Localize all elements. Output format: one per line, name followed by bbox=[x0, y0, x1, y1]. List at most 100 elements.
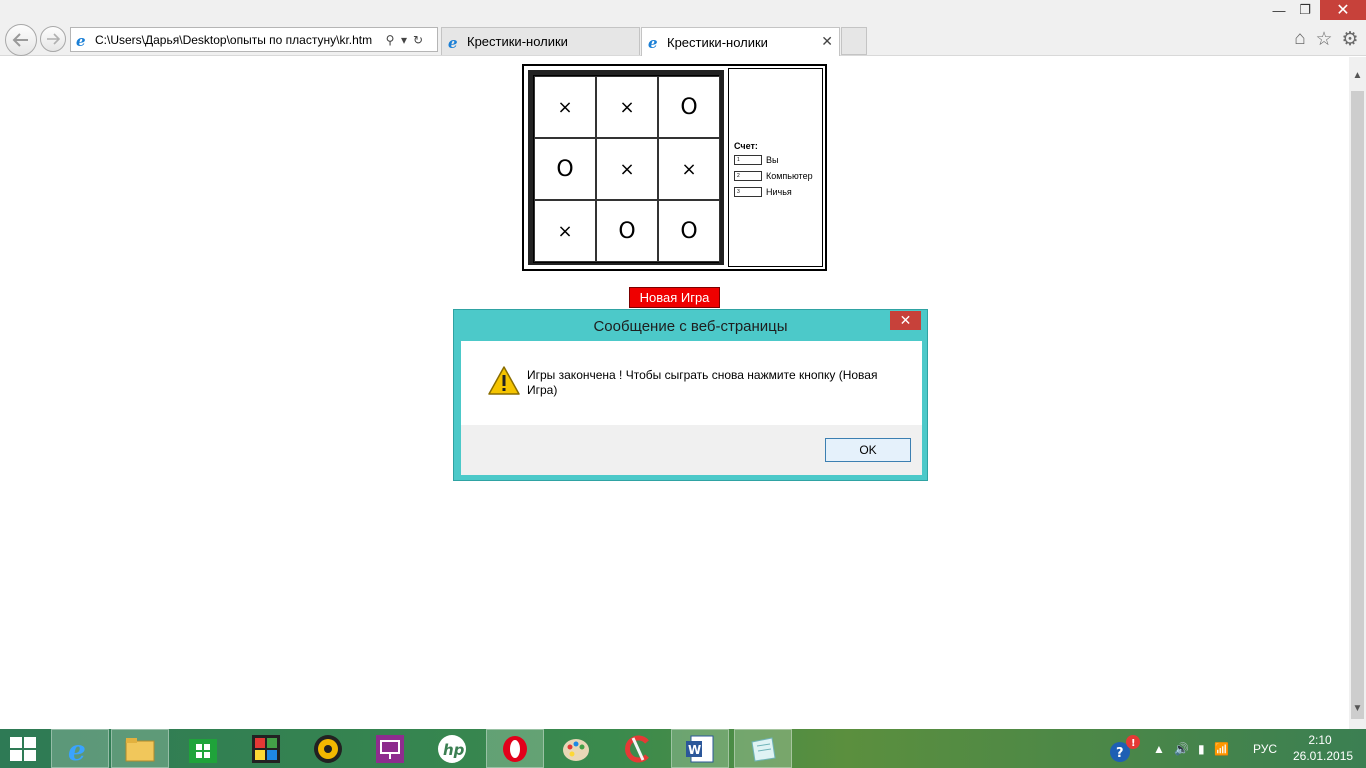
tab-label: Крестики-нолики bbox=[467, 34, 568, 49]
tab-label: Крестики-нолики bbox=[667, 34, 768, 50]
ok-button[interactable]: OK bbox=[825, 438, 911, 462]
refresh-icon[interactable]: ↻ bbox=[411, 33, 425, 47]
maximize-button[interactable]: ❐ bbox=[1292, 0, 1318, 20]
board-cell[interactable]: × bbox=[596, 138, 658, 200]
score-row-computer: 2 Компьютер bbox=[734, 171, 813, 181]
score-field-computer[interactable]: 2 bbox=[734, 171, 762, 181]
svg-text:e: e bbox=[648, 34, 658, 50]
dialog-body: Игры закончена ! Чтобы сыграть снова наж… bbox=[461, 341, 922, 425]
tab-kresti-noliki-1[interactable]: e Крестики-нолики bbox=[441, 27, 640, 55]
notepad-icon bbox=[751, 736, 776, 762]
board-grid: × × O O × × × O O bbox=[533, 75, 720, 263]
taskbar-word[interactable]: W bbox=[671, 729, 729, 768]
help-alert-icon: ?! bbox=[1110, 734, 1140, 762]
new-game-button[interactable]: Новая Игра bbox=[629, 287, 720, 308]
taskbar-store[interactable] bbox=[174, 729, 232, 768]
star-icon[interactable]: ☆ bbox=[1313, 28, 1335, 50]
board-cell[interactable]: × bbox=[534, 76, 596, 138]
tab-kresti-noliki-2[interactable]: e Крестики-нолики ✕ bbox=[641, 27, 840, 56]
tab-close-icon[interactable]: ✕ bbox=[821, 33, 833, 50]
taskbar-ccleaner[interactable] bbox=[609, 729, 667, 768]
clock-time: 2:10 bbox=[1308, 733, 1332, 747]
score-label-you: Вы bbox=[766, 155, 779, 165]
score-field-you[interactable]: 1 bbox=[734, 155, 762, 165]
board-cell[interactable]: O bbox=[596, 200, 658, 262]
taskbar-notepad-app[interactable] bbox=[734, 729, 792, 768]
score-field-draw[interactable]: 3 bbox=[734, 187, 762, 197]
paint-palette-icon bbox=[563, 738, 589, 761]
internet-explorer-icon: e bbox=[68, 734, 86, 764]
address-bar[interactable]: e C:\Users\Дарья\Desktop\опыты по пласту… bbox=[70, 27, 438, 52]
start-icon-pane bbox=[24, 750, 36, 761]
tray-support-icon[interactable]: ?! bbox=[1108, 729, 1142, 768]
media-player-icon bbox=[314, 734, 342, 763]
power-icon[interactable]: ▮ bbox=[1198, 729, 1205, 768]
forward-arrow-icon bbox=[47, 33, 60, 45]
gear-icon[interactable]: ⚙ bbox=[1339, 28, 1361, 50]
board-cell[interactable]: × bbox=[596, 76, 658, 138]
word-icon: W bbox=[686, 735, 714, 762]
taskbar-hp-app[interactable]: hp bbox=[423, 729, 481, 768]
taskbar-puzzle-app[interactable] bbox=[237, 729, 295, 768]
hp-icon: hp bbox=[438, 734, 466, 763]
alert-dialog: Сообщение с веб-страницы ✕ Игры закончен… bbox=[453, 309, 928, 481]
taskbar-opera[interactable] bbox=[486, 729, 544, 768]
taskbar-paint[interactable] bbox=[547, 729, 605, 768]
store-icon bbox=[189, 738, 217, 763]
svg-text:!: ! bbox=[1131, 738, 1136, 749]
dialog-title: Сообщение с веб-страницы bbox=[593, 318, 788, 335]
start-button[interactable] bbox=[10, 737, 38, 761]
taskbar-presentation-app[interactable] bbox=[361, 729, 419, 768]
dialog-footer: OK bbox=[461, 425, 922, 475]
forward-button[interactable] bbox=[40, 26, 66, 52]
svg-text:e: e bbox=[448, 34, 458, 50]
game-board: × × O O × × × O O bbox=[528, 70, 724, 265]
address-text[interactable]: C:\Users\Дарья\Desktop\опыты по пластуну… bbox=[95, 33, 383, 47]
board-cell[interactable]: O bbox=[658, 76, 720, 138]
start-icon-pane bbox=[24, 737, 36, 748]
clock[interactable]: 2:10 26.01.2015 bbox=[1293, 732, 1353, 764]
taskbar-file-explorer[interactable] bbox=[111, 729, 169, 768]
window-close-button[interactable]: ✕ bbox=[1320, 0, 1366, 20]
ie-page-icon: e bbox=[75, 32, 91, 50]
folder-icon bbox=[125, 737, 155, 761]
score-row-you: 1 Вы bbox=[734, 155, 778, 165]
home-icon[interactable]: ⌂ bbox=[1289, 28, 1311, 50]
network-icon[interactable]: 📶 bbox=[1214, 729, 1229, 768]
svg-text:e: e bbox=[68, 734, 86, 764]
scroll-up-icon[interactable]: ▲ bbox=[1349, 67, 1366, 84]
game-table: × × O O × × × O O Счет: 1 Вы 2 Компьютер bbox=[522, 64, 827, 271]
minimize-button[interactable]: — bbox=[1266, 0, 1292, 20]
svg-text:?: ? bbox=[1116, 746, 1124, 761]
ie-tab-icon: e bbox=[447, 34, 463, 52]
svg-text:e: e bbox=[76, 32, 86, 48]
score-label-computer: Компьютер bbox=[766, 171, 813, 181]
scroll-thumb[interactable] bbox=[1351, 91, 1364, 719]
score-label-draw: Ничья bbox=[766, 187, 792, 197]
board-cell[interactable]: O bbox=[658, 200, 720, 262]
board-cell[interactable]: × bbox=[658, 138, 720, 200]
search-icon[interactable]: ⚲ bbox=[383, 33, 397, 47]
new-tab-button[interactable] bbox=[841, 27, 867, 55]
tray-expand-icon[interactable]: ▲ bbox=[1153, 729, 1165, 768]
taskbar-internet-explorer[interactable]: e bbox=[51, 729, 109, 768]
ccleaner-icon bbox=[625, 735, 649, 762]
score-row-draw: 3 Ничья bbox=[734, 187, 792, 197]
scroll-down-icon[interactable]: ▼ bbox=[1349, 700, 1366, 717]
language-indicator[interactable]: РУС bbox=[1253, 729, 1277, 768]
volume-icon[interactable]: 🔊 bbox=[1174, 729, 1189, 768]
back-button[interactable] bbox=[5, 24, 37, 56]
svg-text:hp: hp bbox=[443, 741, 465, 759]
start-icon-pane bbox=[10, 750, 22, 761]
taskbar: e hp W ?! ▲ 🔊 ▮ 📶 РУС 2:10 26.01.2015 bbox=[0, 729, 1366, 768]
presentation-icon bbox=[376, 734, 404, 763]
board-cell[interactable]: × bbox=[534, 200, 596, 262]
dialog-close-button[interactable]: ✕ bbox=[890, 311, 921, 330]
dropdown-icon[interactable]: ▾ bbox=[397, 33, 411, 47]
puzzle-icon bbox=[252, 734, 280, 763]
vertical-scrollbar[interactable]: ▲ ▼ bbox=[1349, 57, 1366, 729]
dialog-message: Игры закончена ! Чтобы сыграть снова наж… bbox=[527, 368, 878, 397]
taskbar-media-player[interactable] bbox=[299, 729, 357, 768]
opera-icon bbox=[503, 735, 527, 762]
board-cell[interactable]: O bbox=[534, 138, 596, 200]
